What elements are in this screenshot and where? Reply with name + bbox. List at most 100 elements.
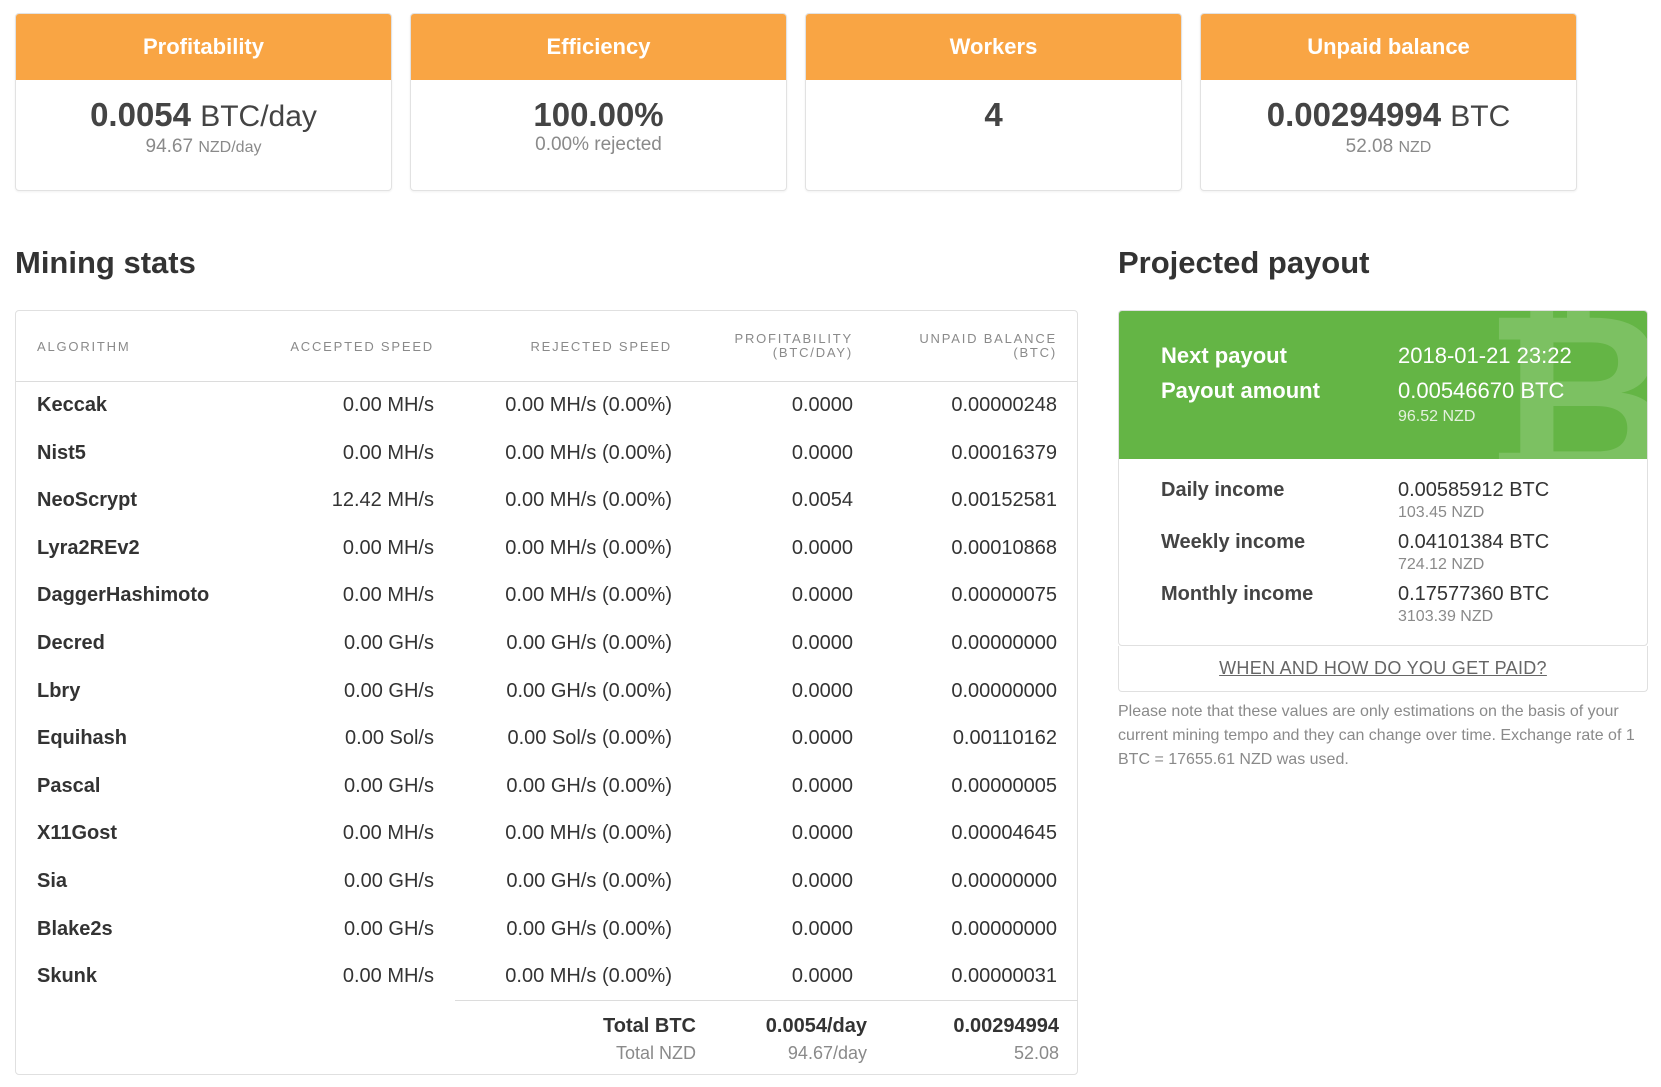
mining-stats-table: ALGORITHM ACCEPTED SPEED REJECTED SPEED … xyxy=(15,310,1078,1075)
table-row: Skunk 0.00 MH/s 0.00 MH/s (0.00%) 0.0000 0.0… xyxy=(16,953,1077,1001)
rejected-speed-cell: 0.00 GH/s (0.00%) xyxy=(506,917,672,940)
next-payout-banner: ₿ Next payout 2018-01-21 23:22 Payout am… xyxy=(1119,311,1647,459)
algorithm-cell: Equihash xyxy=(37,727,128,750)
total-btc-label: Total BTC xyxy=(603,1015,696,1037)
rejected-speed-cell: 0.00 GH/s (0.00%) xyxy=(506,679,672,702)
workers-value: 4 xyxy=(984,96,1003,133)
profitability-cell: 0.0000 xyxy=(791,869,853,892)
table-row: Nist5 0.00 MH/s 0.00 MH/s (0.00%) 0.0000 0.0… xyxy=(16,430,1077,478)
efficiency-card: Efficiency 100.00% 0.00% rejected xyxy=(410,13,787,191)
table-body: Keccak 0.00 MH/s 0.00 MH/s (0.00%) 0.0000 0.… xyxy=(16,382,1077,1001)
rejected-speed-cell: 0.00 GH/s (0.00%) xyxy=(506,774,672,797)
accepted-speed-cell: 0.00 MH/s xyxy=(342,394,434,416)
profitability-cell: 0.0000 xyxy=(791,917,853,940)
profitability-cell: 0.0000 xyxy=(791,536,853,559)
rejected-speed-cell: 0.00 MH/s (0.00%) xyxy=(505,536,672,559)
profitability-cell: 0.0000 xyxy=(791,441,853,464)
table-row: Lbry 0.00 GH/s 0.00 GH/s (0.00%) 0.0000 0.00… xyxy=(16,668,1077,716)
unpaid-balance-card: Unpaid balance 0.00294994 BTC 52.08 NZD xyxy=(1200,13,1577,191)
rejected-speed-cell: 0.00 MH/s (0.00%) xyxy=(505,965,672,988)
efficiency-rejected: 0.00% rejected xyxy=(535,134,662,155)
header-accepted-speed: ACCEPTED SPEED xyxy=(290,339,434,354)
workers-card: Workers 4 xyxy=(805,13,1182,191)
accepted-speed-cell: 0.00 MH/s xyxy=(342,536,434,559)
algorithm-cell: Lyra2REv2 xyxy=(37,536,140,559)
unpaid-balance-cell: 0.00000000 xyxy=(951,679,1057,702)
rejected-speed-cell: 0.00 GH/s (0.00%) xyxy=(506,869,672,892)
payout-amount-label: Payout amount xyxy=(1161,378,1320,403)
algorithm-cell: Nist5 xyxy=(37,441,86,464)
header-profitability: PROFITABILITY (BTC/DAY) xyxy=(734,332,853,360)
table-row: NeoScrypt 12.42 MH/s 0.00 MH/s (0.00%) 0.00… xyxy=(16,477,1077,525)
profitability-unit: BTC/day xyxy=(200,100,317,133)
profitability-cell: 0.0000 xyxy=(791,394,853,416)
algorithm-cell: Keccak xyxy=(37,394,108,416)
algorithm-cell: Lbry xyxy=(37,679,81,702)
unpaid-balance-cell: 0.00000075 xyxy=(951,584,1057,607)
payout-link-row: WHEN AND HOW DO YOU GET PAID? xyxy=(1118,646,1648,692)
mining-stats-title: Mining stats xyxy=(15,245,196,280)
total-nzd-label: Total NZD xyxy=(615,1043,696,1063)
efficiency-value: 100.00% xyxy=(533,96,664,133)
daily-income-label: Daily income xyxy=(1161,479,1285,501)
accepted-speed-cell: 0.00 Sol/s xyxy=(345,727,434,750)
profitability-cell: 0.0000 xyxy=(791,822,853,845)
profitability-card: Profitability 0.0054 BTC/day 94.67 NZD/d… xyxy=(15,13,392,191)
total-nzd-unpaid: 52.08 xyxy=(1013,1043,1059,1063)
projected-payout-panel: ₿ Next payout 2018-01-21 23:22 Payout am… xyxy=(1118,310,1648,646)
accepted-speed-cell: 0.00 MH/s xyxy=(342,965,434,988)
profitability-cell: 0.0054 xyxy=(791,489,853,512)
accepted-speed-cell: 0.00 MH/s xyxy=(342,584,434,607)
weekly-income-btc: 0.04101384 BTC xyxy=(1398,531,1550,553)
card-title: Profitability xyxy=(16,14,391,80)
rejected-speed-cell: 0.00 MH/s (0.00%) xyxy=(505,394,672,416)
table-row: X11Gost 0.00 MH/s 0.00 MH/s (0.00%) 0.0000 0… xyxy=(16,810,1077,858)
table-row: Decred 0.00 GH/s 0.00 GH/s (0.00%) 0.0000 0.… xyxy=(16,620,1077,668)
rejected-speed-cell: 0.00 MH/s (0.00%) xyxy=(505,441,672,464)
algorithm-cell: Blake2s xyxy=(37,917,113,940)
unpaid-balance-value: 0.00294994 xyxy=(1266,96,1442,133)
accepted-speed-cell: 0.00 GH/s xyxy=(343,869,434,892)
algorithm-cell: Pascal xyxy=(37,774,101,797)
daily-income-nzd: 103.45 NZD xyxy=(1398,504,1485,521)
accepted-speed-cell: 0.00 GH/s xyxy=(343,774,434,797)
profitability-cell: 0.0000 xyxy=(791,631,853,654)
algorithm-cell: X11Gost xyxy=(37,822,118,845)
rejected-speed-cell: 0.00 MH/s (0.00%) xyxy=(505,822,672,845)
unpaid-balance-cell: 0.00000031 xyxy=(951,965,1057,988)
accepted-speed-cell: 0.00 MH/s xyxy=(342,822,434,845)
profitability-nzd-unit: NZD/day xyxy=(198,139,262,156)
accepted-speed-cell: 0.00 MH/s xyxy=(342,441,434,464)
header-profitability-line2: (BTC/DAY) xyxy=(772,345,853,360)
rejected-speed-cell: 0.00 MH/s (0.00%) xyxy=(505,489,672,512)
card-title: Efficiency xyxy=(411,14,786,80)
when-and-how-paid-link[interactable]: WHEN AND HOW DO YOU GET PAID? xyxy=(1219,658,1547,679)
algorithm-cell: Sia xyxy=(37,869,68,892)
algorithm-cell: Decred xyxy=(37,631,105,654)
accepted-speed-cell: 12.42 MH/s xyxy=(331,489,434,512)
card-title: Workers xyxy=(806,14,1181,80)
total-btc-unpaid: 0.00294994 xyxy=(953,1015,1059,1037)
table-row: Equihash 0.00 Sol/s 0.00 Sol/s (0.00%) 0.00… xyxy=(16,715,1077,763)
algorithm-cell: DaggerHashimoto xyxy=(37,584,210,607)
unpaid-balance-nzd-value: 52.08 xyxy=(1345,136,1394,157)
unpaid-balance-cell: 0.00152581 xyxy=(951,489,1057,512)
unpaid-balance-unit: BTC xyxy=(1450,100,1511,133)
accepted-speed-cell: 0.00 GH/s xyxy=(343,679,434,702)
unpaid-balance-nzd-unit: NZD xyxy=(1398,139,1432,156)
table-row: Lyra2REv2 0.00 MH/s 0.00 MH/s (0.00%) 0.000… xyxy=(16,525,1077,573)
header-unpaid-line1: UNPAID BALANCE xyxy=(919,331,1057,346)
unpaid-balance-cell: 0.00000005 xyxy=(951,774,1057,797)
estimation-note: Please note that these values are only e… xyxy=(1118,703,1635,768)
card-title: Unpaid balance xyxy=(1201,14,1576,80)
stat-cards: Profitability 0.0054 BTC/day 94.67 NZD/d… xyxy=(15,13,1655,191)
unpaid-balance-cell: 0.00000000 xyxy=(951,869,1057,892)
weekly-income-nzd: 724.12 NZD xyxy=(1398,556,1485,573)
unpaid-balance-cell: 0.00000248 xyxy=(951,394,1057,416)
daily-income-btc: 0.00585912 BTC xyxy=(1398,479,1550,501)
header-unpaid-balance: UNPAID BALANCE (BTC) xyxy=(919,332,1057,360)
table-row: Sia 0.00 GH/s 0.00 GH/s (0.00%) 0.0000 0.000… xyxy=(16,858,1077,906)
algorithm-cell: NeoScrypt xyxy=(37,489,138,512)
accepted-speed-cell: 0.00 GH/s xyxy=(343,631,434,654)
payout-amount-value: 0.00546670 BTC xyxy=(1398,378,1565,403)
